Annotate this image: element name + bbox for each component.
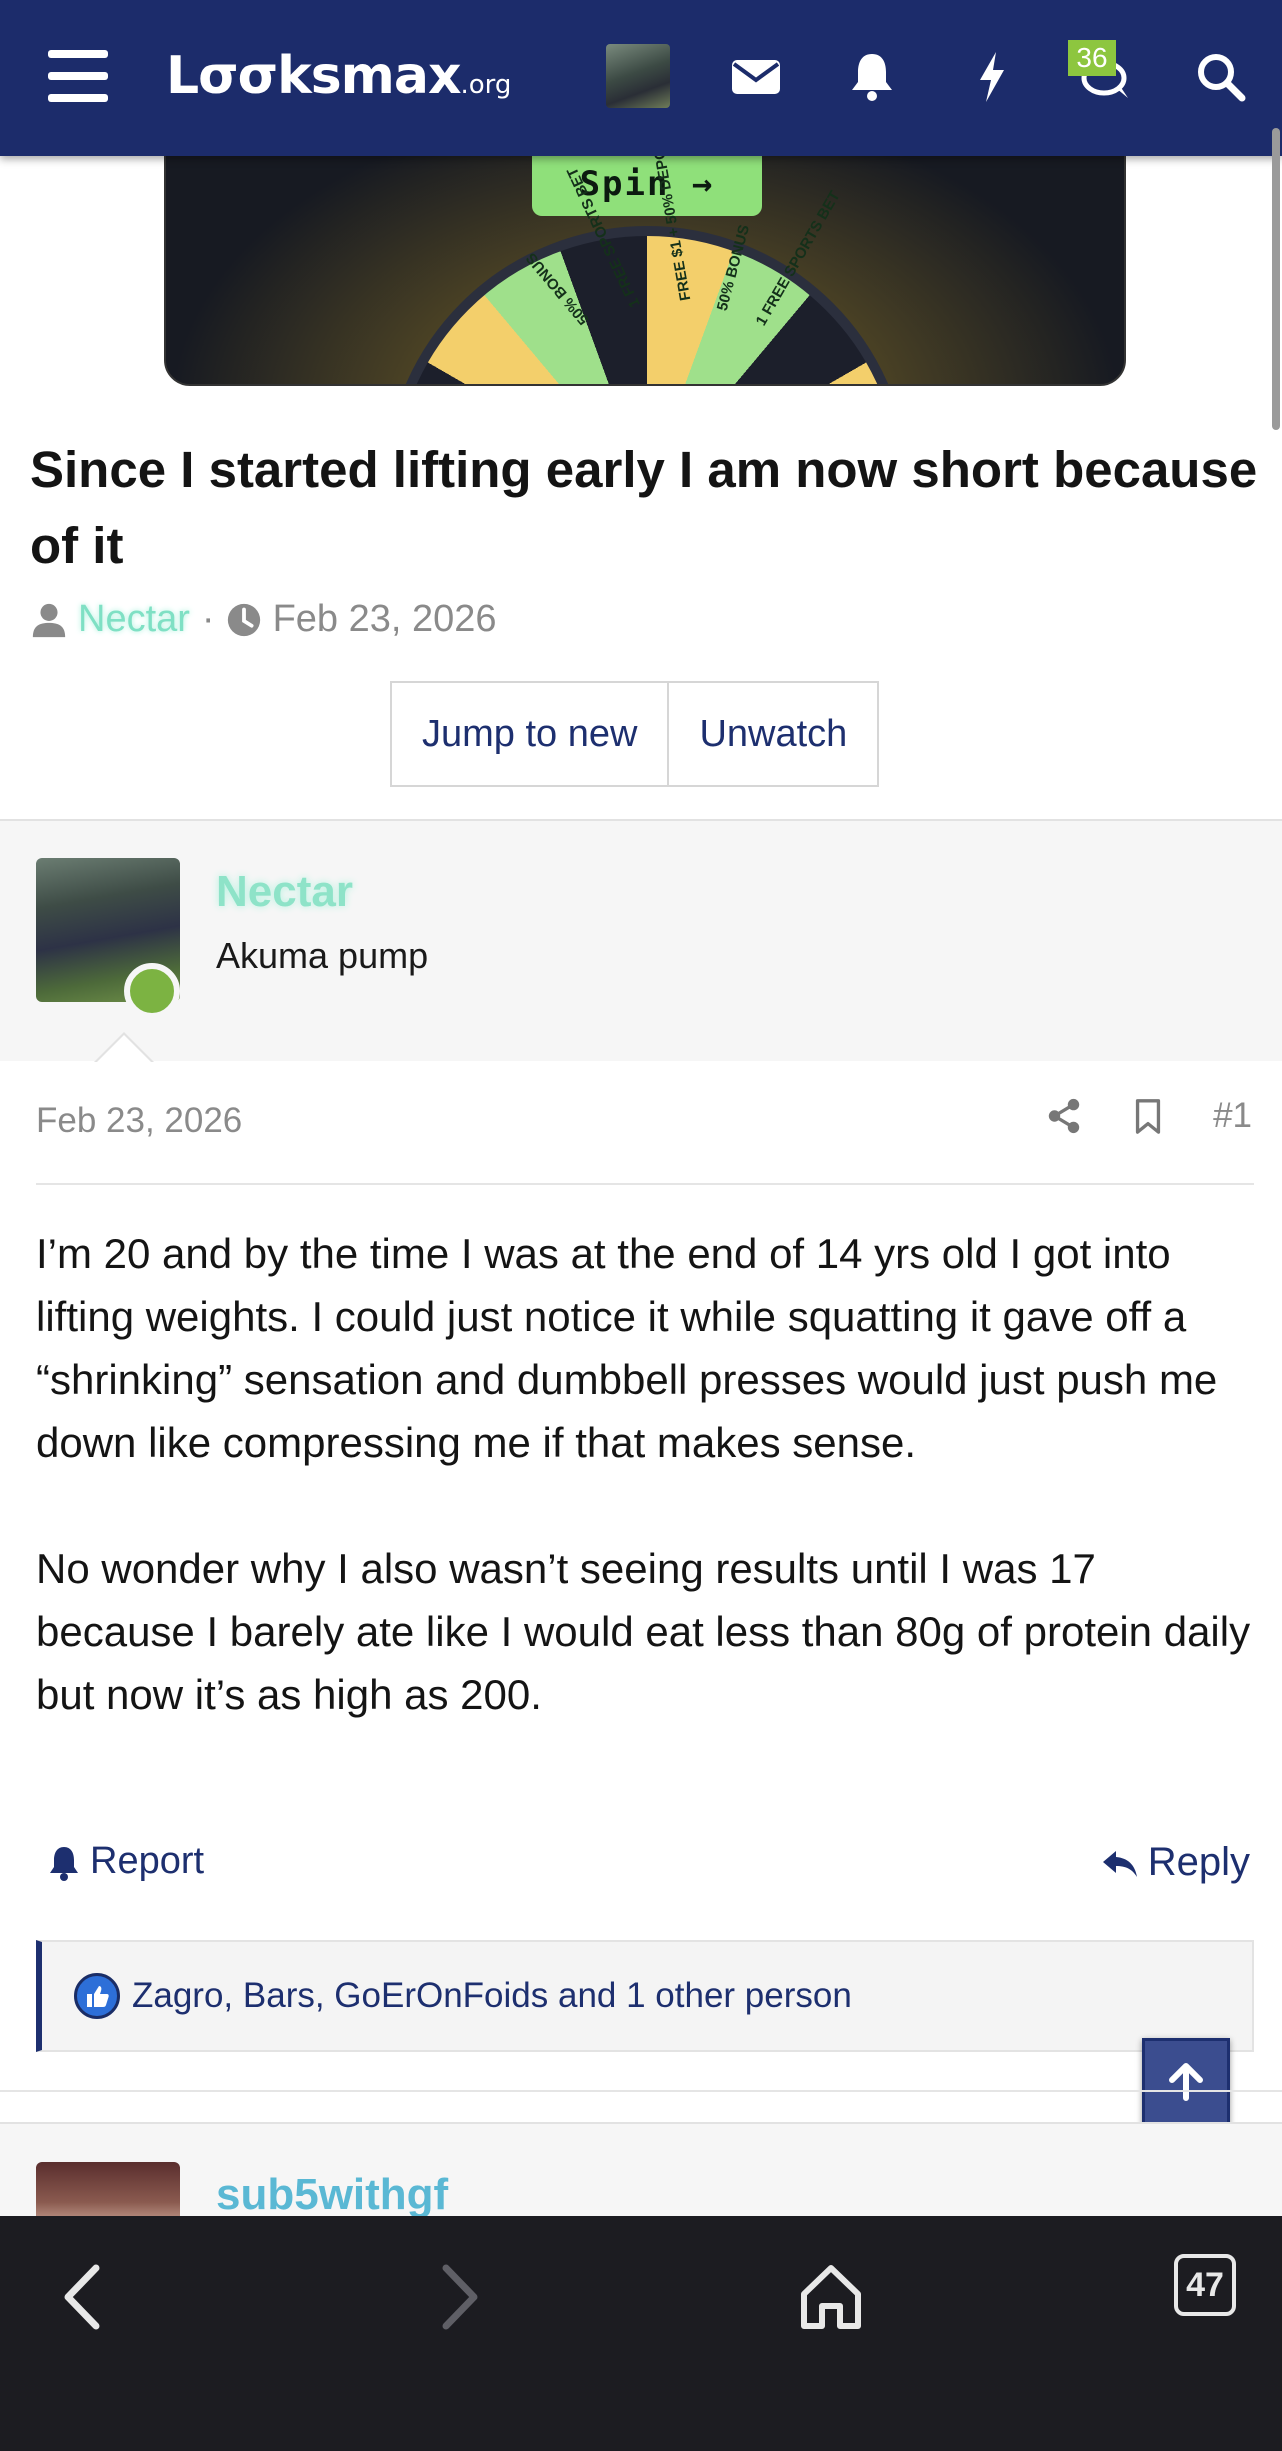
- mail-icon[interactable]: [726, 46, 786, 106]
- site-logo[interactable]: Lσσksmax.org: [166, 46, 511, 106]
- post-paragraph: I’m 20 and by the time I was at the end …: [36, 1230, 1218, 1466]
- post-username[interactable]: sub5withgf: [216, 2170, 448, 2220]
- online-status-indicator: [124, 963, 180, 1019]
- notification-badge: 36: [1068, 40, 1116, 76]
- unwatch-button[interactable]: Unwatch: [669, 681, 880, 787]
- reply-button[interactable]: Reply: [1100, 1840, 1250, 1885]
- post-user-block: Nectar Akuma pump: [0, 819, 1282, 1061]
- meta-separator: ·: [201, 598, 215, 640]
- share-icon[interactable]: [1045, 1096, 1083, 1136]
- spin-button[interactable]: Spin →: [532, 156, 762, 216]
- user-title: Akuma pump: [216, 935, 429, 976]
- thread-date[interactable]: Feb 23, 2026: [273, 598, 497, 641]
- bookmark-icon[interactable]: [1129, 1096, 1167, 1136]
- tabs-count-button[interactable]: 47: [1174, 2254, 1236, 2316]
- scroll-to-top-button[interactable]: [1142, 2038, 1230, 2126]
- post-number-link[interactable]: #1: [1213, 1096, 1252, 1136]
- post-actions: #1: [1045, 1096, 1252, 1136]
- report-button[interactable]: Report: [44, 1840, 204, 1883]
- bolt-icon[interactable]: [962, 46, 1022, 106]
- thread-title: Since I started lifting early I am now s…: [30, 441, 1258, 574]
- forward-icon[interactable]: [412, 2252, 502, 2342]
- reply-label: Reply: [1147, 1840, 1250, 1884]
- post-date[interactable]: Feb 23, 2026: [36, 1101, 242, 1141]
- clock-icon: [227, 603, 260, 636]
- top-navbar: Lσσksmax.org 36: [0, 0, 1282, 156]
- post-paragraph: No wonder why I also wasn’t seeing resul…: [36, 1545, 1251, 1718]
- browser-toolbar: 47: [0, 2216, 1282, 2451]
- thread-author-link[interactable]: Nectar: [78, 598, 190, 641]
- menu-icon[interactable]: [48, 50, 108, 102]
- back-icon[interactable]: [40, 2252, 130, 2342]
- prize-wheel: [384, 226, 910, 384]
- bell-icon[interactable]: [842, 46, 902, 106]
- report-label: Report: [90, 1840, 205, 1882]
- user-avatar[interactable]: [606, 44, 670, 108]
- thread-button-group: Jump to new Unwatch: [390, 681, 880, 787]
- bell-icon: [50, 1846, 78, 1881]
- search-icon[interactable]: [1190, 46, 1250, 106]
- page-scrollbar[interactable]: [1272, 128, 1280, 430]
- reactions-text[interactable]: Zagro, Bars, GoErOnFoids and 1 other per…: [132, 1976, 852, 2016]
- home-icon[interactable]: [786, 2252, 876, 2342]
- like-icon: [74, 1973, 120, 2019]
- user-block-arrow-fill: [96, 1035, 152, 1063]
- reactions-bar[interactable]: Zagro, Bars, GoErOnFoids and 1 other per…: [36, 1940, 1254, 2052]
- post-body: I’m 20 and by the time I was at the end …: [36, 1222, 1256, 1789]
- user-icon: [32, 603, 66, 637]
- post-header-divider: [36, 1183, 1254, 1185]
- jump-to-new-button[interactable]: Jump to new: [390, 681, 670, 787]
- reply-icon: [1102, 1850, 1137, 1877]
- thread-meta: Nectar · Feb 23, 2026: [30, 598, 497, 641]
- arrow-up-icon: [1169, 2063, 1203, 2101]
- post-divider: [0, 2090, 1282, 2092]
- post-username[interactable]: Nectar: [216, 867, 353, 917]
